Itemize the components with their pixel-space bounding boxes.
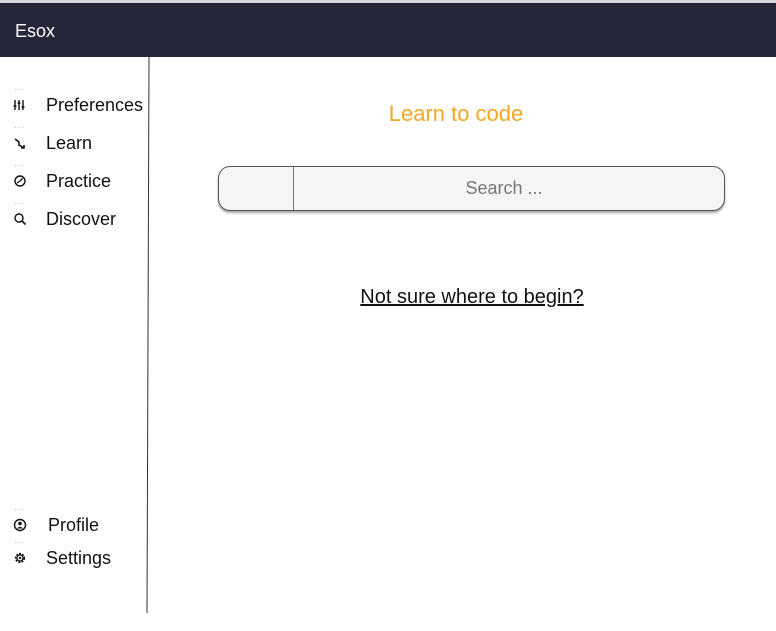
sidebar-divider (146, 57, 150, 613)
app-window: Esox ··· Preferences ··· Learn ··· Pract… (0, 0, 776, 631)
drag-handle-icon: ··· (14, 161, 25, 170)
arrow-icon (14, 138, 25, 149)
sidebar-item-label: Settings (46, 548, 112, 568)
sidebar-item-learn[interactable]: ··· Learn (0, 124, 146, 158)
search-icon (14, 213, 27, 226)
sidebar-item-practice[interactable]: ··· Practice (0, 162, 146, 196)
sidebar-item-discover[interactable]: ··· Discover (0, 200, 146, 234)
dial-icon (14, 175, 26, 187)
drag-handle-icon: ··· (14, 85, 25, 94)
page-title: Learn to code (388, 101, 524, 126)
drag-handle-icon: ··· (14, 123, 25, 132)
sliders-icon (13, 100, 25, 110)
sidebar-item-label: Profile (48, 515, 100, 535)
app-title: Esox (15, 21, 56, 41)
getting-started-link[interactable]: Not sure where to begin? (336, 285, 608, 309)
search-bar (218, 166, 725, 211)
sidebar-item-label: Practice (46, 171, 112, 191)
search-input[interactable] (294, 167, 714, 210)
drag-handle-icon: ··· (14, 199, 25, 208)
gear-icon (14, 552, 26, 564)
top-bar: Esox (0, 0, 776, 57)
drag-handle-icon: ··· (14, 538, 25, 547)
sidebar-item-preferences[interactable]: ··· Preferences (0, 86, 146, 120)
user-circle-icon (13, 518, 27, 532)
sidebar-item-settings[interactable]: ··· Settings (0, 539, 146, 573)
search-filter-button[interactable] (219, 167, 294, 210)
sidebar-item-profile[interactable]: ··· Profile (0, 506, 146, 540)
sidebar-item-label: Discover (46, 209, 117, 229)
sidebar-item-label: Preferences (46, 95, 144, 115)
sidebar-item-label: Learn (46, 133, 93, 153)
drag-handle-icon: ··· (14, 505, 25, 514)
